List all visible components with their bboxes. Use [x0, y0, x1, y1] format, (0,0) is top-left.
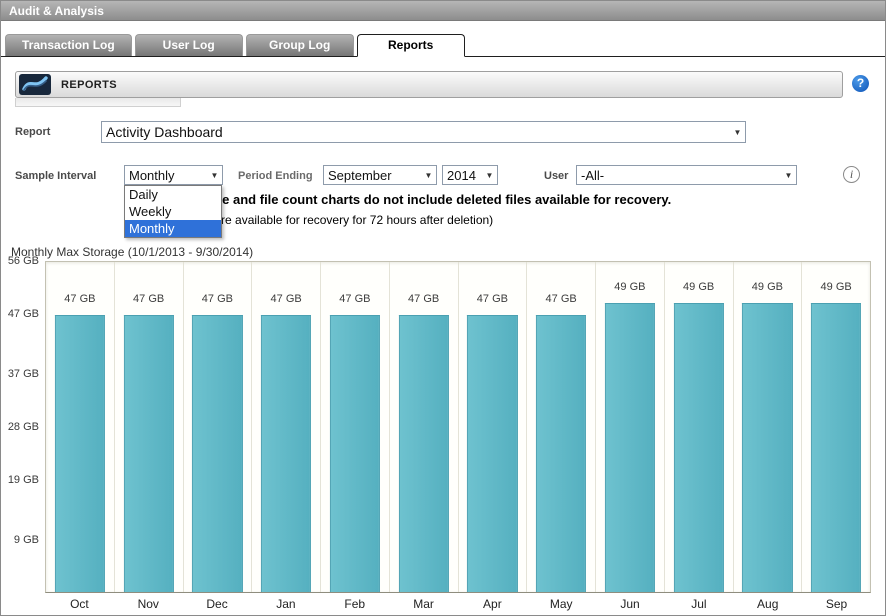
period-ending-label: Period Ending — [238, 170, 313, 182]
report-label: Report — [15, 126, 50, 138]
header-shadow-strip — [15, 98, 181, 107]
bar-jul — [674, 303, 724, 592]
bar-apr — [467, 315, 517, 592]
chart-column-sep: 49 GB — [802, 262, 870, 592]
x-axis-label-apr: Apr — [458, 597, 527, 611]
y-tick-label: 19 GB — [8, 474, 39, 486]
audit-analysis-window: Audit & Analysis Transaction Log User Lo… — [0, 0, 886, 616]
x-axis-label-jan: Jan — [251, 597, 320, 611]
reports-header-title: REPORTS — [61, 79, 117, 91]
bar-jan — [261, 315, 311, 592]
chevron-down-icon: ▼ — [482, 171, 497, 180]
dropdown-option-weekly[interactable]: Weekly — [125, 203, 221, 220]
y-tick-label: 37 GB — [8, 368, 39, 380]
recovery-note-bold: Storage and file count charts do not inc… — [181, 192, 671, 207]
help-icon[interactable]: ? — [852, 75, 869, 92]
chevron-down-icon: ▼ — [730, 128, 745, 137]
chart-title: Monthly Max Storage (10/1/2013 - 9/30/20… — [11, 245, 253, 259]
y-tick-label: 56 GB — [8, 255, 39, 267]
bar-value-label: 47 GB — [133, 293, 164, 305]
bar-value-label: 49 GB — [614, 281, 645, 293]
report-select[interactable]: Activity Dashboard ▼ — [101, 121, 746, 143]
bar-dec — [192, 315, 242, 592]
bar-value-label: 47 GB — [477, 293, 508, 305]
chart-column-jun: 49 GB — [596, 262, 665, 592]
x-axis-label-aug: Aug — [733, 597, 802, 611]
bar-feb — [330, 315, 380, 592]
bar-value-label: 49 GB — [683, 281, 714, 293]
dropdown-option-daily[interactable]: Daily — [125, 186, 221, 203]
bar-may — [536, 315, 586, 592]
chart-column-jul: 49 GB — [665, 262, 734, 592]
sample-interval-select[interactable]: Monthly ▼ — [124, 165, 223, 185]
chevron-down-icon: ▼ — [207, 171, 222, 180]
bar-aug — [742, 303, 792, 592]
x-axis-label-may: May — [527, 597, 596, 611]
chevron-down-icon: ▼ — [781, 171, 796, 180]
bar-value-label: 49 GB — [752, 281, 783, 293]
y-tick-label: 47 GB — [8, 308, 39, 320]
chart-plot: 47 GB 47 GB 47 GB 47 GB 47 GB 47 GB 47 GB 47 GB… — [45, 261, 871, 593]
bar-value-label: 49 GB — [821, 281, 852, 293]
tab-group-log[interactable]: Group Log — [246, 34, 354, 56]
user-label: User — [544, 170, 568, 182]
chart-column-aug: 49 GB — [734, 262, 803, 592]
tab-transaction-log[interactable]: Transaction Log — [5, 34, 132, 56]
bar-value-label: 47 GB — [202, 293, 233, 305]
bar-jun — [605, 303, 655, 592]
chart-column-nov: 47 GB — [115, 262, 184, 592]
sample-interval-label: Sample Interval — [15, 170, 96, 182]
chart-column-dec: 47 GB — [184, 262, 253, 592]
user-select[interactable]: -All- ▼ — [576, 165, 797, 185]
bar-nov — [124, 315, 174, 592]
reports-header-bar: REPORTS — [15, 71, 843, 98]
window-title: Audit & Analysis — [1, 1, 885, 21]
reports-icon — [19, 74, 51, 95]
tab-reports[interactable]: Reports — [357, 34, 465, 57]
dropdown-option-monthly[interactable]: Monthly — [125, 220, 221, 237]
chart-x-labels: OctNovDecJanFebMarAprMayJunJulAugSep — [45, 597, 871, 611]
y-tick-label: 28 GB — [8, 421, 39, 433]
x-axis-label-dec: Dec — [183, 597, 252, 611]
bar-value-label: 47 GB — [546, 293, 577, 305]
sample-interval-value: Monthly — [129, 168, 207, 183]
bar-value-label: 47 GB — [64, 293, 95, 305]
user-select-value: -All- — [581, 168, 781, 183]
info-icon[interactable]: i — [843, 166, 860, 183]
bar-value-label: 47 GB — [408, 293, 439, 305]
chart-column-feb: 47 GB — [321, 262, 390, 592]
bar-value-label: 47 GB — [271, 293, 302, 305]
period-year-select[interactable]: 2014 ▼ — [442, 165, 498, 185]
bar-mar — [399, 315, 449, 592]
chart-y-axis: 56 GB47 GB37 GB28 GB19 GB9 GB — [1, 261, 42, 593]
report-select-value: Activity Dashboard — [106, 124, 730, 140]
x-axis-label-sep: Sep — [802, 597, 871, 611]
chevron-down-icon: ▼ — [421, 171, 436, 180]
x-axis-label-jun: Jun — [596, 597, 665, 611]
chart-column-jan: 47 GB — [252, 262, 321, 592]
bar-oct — [55, 315, 105, 592]
x-axis-label-oct: Oct — [45, 597, 114, 611]
chart-column-apr: 47 GB — [459, 262, 528, 592]
period-month-select[interactable]: September ▼ — [323, 165, 437, 185]
bar-value-label: 47 GB — [339, 293, 370, 305]
tab-strip: Transaction Log User Log Group Log Repor… — [1, 34, 885, 57]
period-year-value: 2014 — [447, 168, 482, 183]
x-axis-label-jul: Jul — [664, 597, 733, 611]
x-axis-label-feb: Feb — [320, 597, 389, 611]
x-axis-label-nov: Nov — [114, 597, 183, 611]
tab-user-log[interactable]: User Log — [135, 34, 243, 56]
x-axis-label-mar: Mar — [389, 597, 458, 611]
y-tick-label: 9 GB — [14, 534, 39, 546]
chart-column-oct: 47 GB — [46, 262, 115, 592]
chart-column-mar: 47 GB — [390, 262, 459, 592]
period-month-value: September — [328, 168, 421, 183]
bar-sep — [811, 303, 861, 592]
chart-column-may: 47 GB — [527, 262, 596, 592]
sample-interval-dropdown: Daily Weekly Monthly — [124, 185, 222, 238]
